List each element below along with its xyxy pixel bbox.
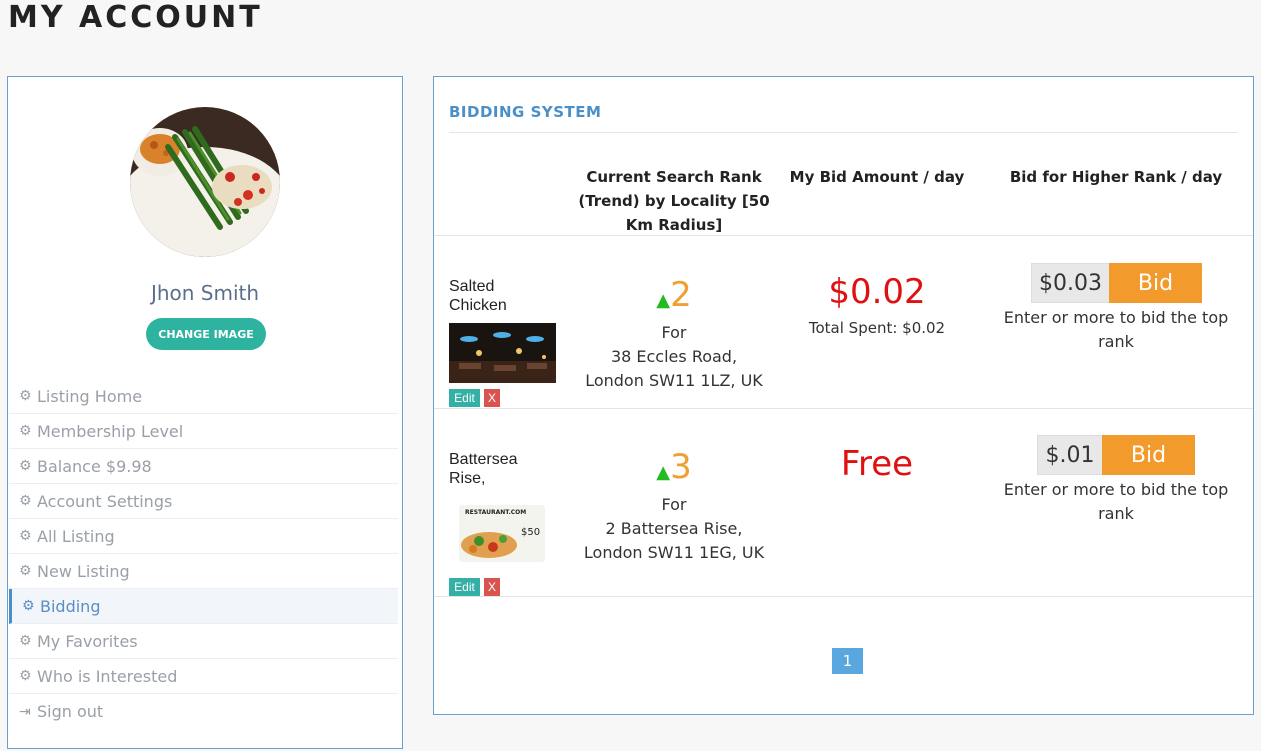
listing-address: For 38 Eccles Road, London SW11 1LZ, UK: [585, 323, 763, 390]
gear-icon: ⚙: [19, 493, 32, 509]
divider: [434, 408, 1253, 409]
sidebar-item-label: Bidding: [40, 596, 101, 616]
listing-thumbnail: [449, 323, 556, 387]
sidebar-item-label: Membership Level: [37, 421, 184, 441]
column-header-bid-amount: My Bid Amount / day: [789, 168, 965, 186]
sign-out-icon: ⇥: [19, 703, 31, 720]
gear-icon: ⚙: [19, 563, 32, 579]
avatar[interactable]: [130, 107, 280, 257]
gear-icon: ⚙: [19, 668, 32, 684]
my-bid-amount: $0.02: [828, 272, 926, 312]
sidebar-item-label: My Favorites: [37, 631, 138, 651]
gear-icon: ⚙: [19, 458, 32, 474]
account-sidebar: Jhon Smith CHANGE IMAGE ⚙ Listing Home ⚙…: [7, 76, 403, 749]
edit-button[interactable]: Edit: [449, 389, 480, 407]
divider: [449, 132, 1238, 133]
sidebar-item-label: All Listing: [37, 526, 115, 546]
listing-name: Salted Chicken: [449, 278, 507, 314]
thumbnail-caption: RESTAURANT.COM: [465, 509, 526, 516]
delete-button[interactable]: X: [484, 578, 500, 596]
arrow-up-icon: ▲: [656, 462, 671, 483]
gear-icon: ⚙: [19, 423, 32, 439]
column-header-rank: Current Search Rank (Trend) by Locality …: [578, 168, 770, 234]
sidebar-item-new-listing[interactable]: ⚙ New Listing: [9, 554, 398, 589]
user-name: Jhon Smith: [150, 281, 260, 305]
bid-button[interactable]: Bid: [1102, 435, 1195, 475]
sidebar-item-label: Sign out: [37, 702, 104, 721]
total-spent: Total Spent: $0.02: [808, 319, 946, 337]
divider: [434, 235, 1253, 236]
bid-hint: Enter or more to bid the top rank: [1003, 308, 1229, 351]
sidebar-item-account-settings[interactable]: ⚙ Account Settings: [9, 484, 398, 519]
sidebar-item-membership-level[interactable]: ⚙ Membership Level: [9, 414, 398, 449]
gear-icon: ⚙: [19, 633, 32, 649]
arrow-up-icon: ▲: [656, 290, 671, 311]
gear-icon: ⚙: [19, 528, 32, 544]
bid-button[interactable]: Bid: [1109, 263, 1202, 303]
sidebar-item-sign-out[interactable]: ⇥ Sign out: [9, 694, 398, 729]
listing-address: For 2 Battersea Rise, London SW11 1EG, U…: [583, 495, 765, 562]
sidebar-item-my-favorites[interactable]: ⚙ My Favorites: [9, 624, 398, 659]
edit-button[interactable]: Edit: [449, 578, 480, 596]
page-title: MY ACCOUNT: [8, 0, 263, 35]
my-bid-amount: Free: [840, 444, 914, 484]
sidebar-item-balance[interactable]: ⚙ Balance $9.98: [9, 449, 398, 484]
pagination-page-1[interactable]: 1: [832, 648, 863, 674]
sidebar-item-label: Who is Interested: [37, 666, 178, 686]
thumbnail-value: $50: [521, 527, 540, 538]
bid-control: $.01 Bid: [1037, 435, 1195, 475]
delete-button[interactable]: X: [484, 389, 500, 407]
sidebar-item-label: New Listing: [37, 561, 130, 581]
search-rank: ▲2: [656, 275, 692, 315]
sidebar-item-listing-home[interactable]: ⚙ Listing Home: [9, 379, 398, 414]
bid-amount-input[interactable]: $.01: [1037, 435, 1102, 475]
change-image-button[interactable]: CHANGE IMAGE: [146, 318, 266, 350]
divider: [434, 596, 1253, 597]
bidding-panel: BIDDING SYSTEM Current Search Rank (Tren…: [433, 76, 1254, 715]
sidebar-item-all-listing[interactable]: ⚙ All Listing: [9, 519, 398, 554]
bid-amount-input[interactable]: $0.03: [1031, 263, 1109, 303]
search-rank: ▲3: [656, 447, 692, 487]
sidebar-item-label: Account Settings: [37, 491, 173, 511]
gear-icon: ⚙: [19, 388, 32, 404]
sidebar-menu: ⚙ Listing Home ⚙ Membership Level ⚙ Bala…: [9, 379, 398, 729]
panel-title: BIDDING SYSTEM: [449, 103, 602, 121]
sidebar-item-label: Listing Home: [37, 386, 143, 406]
column-header-higher-rank: Bid for Higher Rank / day: [1009, 168, 1223, 186]
sidebar-item-who-is-interested[interactable]: ⚙ Who is Interested: [9, 659, 398, 694]
gear-icon: ⚙: [22, 598, 35, 614]
bid-hint: Enter or more to bid the top rank: [1003, 480, 1229, 523]
listing-name: Battersea Rise,: [449, 451, 518, 487]
bid-control: $0.03 Bid: [1031, 263, 1202, 303]
sidebar-item-bidding[interactable]: ⚙ Bidding: [9, 589, 398, 624]
sidebar-item-label: Balance $9.98: [37, 456, 152, 476]
listing-thumbnail: RESTAURANT.COM $50: [459, 505, 545, 566]
